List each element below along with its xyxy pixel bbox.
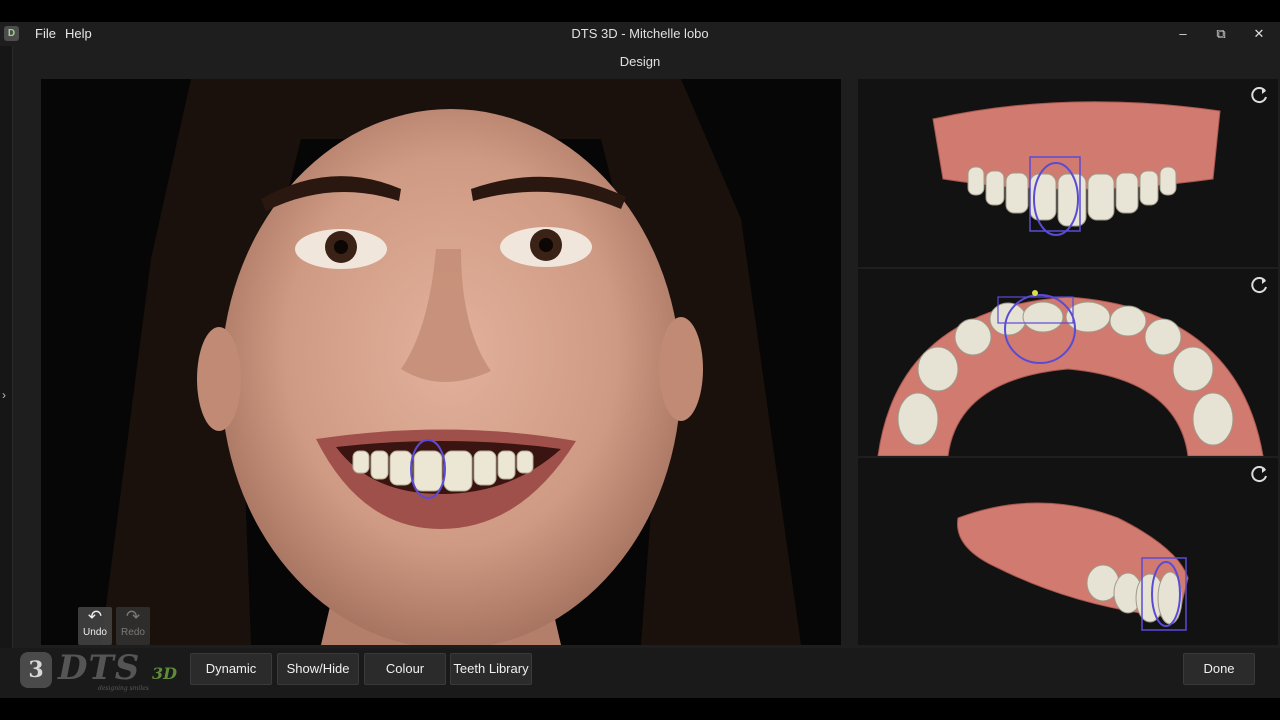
menu-help[interactable]: Help: [65, 26, 92, 41]
letterbox-bottom: [0, 698, 1280, 720]
dynamic-button[interactable]: Dynamic: [190, 653, 272, 685]
logo-text: DTS: [58, 648, 141, 688]
redo-button[interactable]: ↷ Redo: [116, 607, 150, 645]
logo-suffix: 3D: [152, 664, 178, 683]
app-logo-icon: D: [4, 26, 19, 41]
chevron-right-icon[interactable]: ›: [2, 388, 6, 402]
redo-icon: ↷: [125, 607, 141, 626]
dts-3d-logo: 3 DTS 3D designing smiles: [20, 648, 182, 694]
app-window: D File Help DTS 3D - Mitchelle lobo – ⧉ …: [0, 22, 1280, 698]
minimize-icon[interactable]: –: [1168, 24, 1198, 44]
show-hide-button[interactable]: Show/Hide: [277, 653, 359, 685]
lateral-arch-model: [957, 502, 1189, 631]
undo-icon: ↶: [87, 607, 103, 626]
redo-label: Redo: [121, 627, 145, 638]
restore-icon[interactable]: ⧉: [1206, 24, 1236, 44]
bottom-toolbar: 3 DTS 3D designing smiles Dynamic Show/H…: [0, 648, 1280, 698]
logo-mark: 3: [20, 652, 52, 688]
reset-view-icon[interactable]: [1250, 464, 1270, 484]
logo-tagline: designing smiles: [98, 685, 149, 692]
letterbox-top: [0, 0, 1280, 22]
undo-redo-group: ↶ Undo ↷ Redo: [78, 607, 150, 645]
done-button[interactable]: Done: [1183, 653, 1255, 685]
menu-file[interactable]: File: [35, 26, 56, 41]
undo-label: Undo: [83, 627, 107, 638]
side-panel-toggle[interactable]: ›: [0, 46, 13, 698]
patient-face-image: [41, 79, 841, 645]
occlusal-arch-model: [877, 290, 1264, 456]
frontal-arch-model: [932, 101, 1221, 236]
reset-view-icon[interactable]: [1250, 85, 1270, 105]
page-title: Design: [619, 54, 661, 69]
undo-button[interactable]: ↶ Undo: [78, 607, 112, 645]
frontal-3d-view[interactable]: [858, 79, 1278, 267]
reset-view-icon[interactable]: [1250, 275, 1270, 295]
occlusal-3d-view[interactable]: [858, 269, 1278, 456]
lateral-3d-view[interactable]: [858, 458, 1278, 645]
teeth-library-button[interactable]: Teeth Library: [450, 653, 532, 685]
colour-button[interactable]: Colour: [364, 653, 446, 685]
window-title: DTS 3D - Mitchelle lobo: [571, 26, 709, 41]
close-icon[interactable]: ✕: [1244, 24, 1274, 44]
smile-photo[interactable]: ↶ Undo ↷ Redo: [41, 79, 841, 645]
title-bar: D File Help DTS 3D - Mitchelle lobo – ⧉ …: [0, 22, 1280, 46]
